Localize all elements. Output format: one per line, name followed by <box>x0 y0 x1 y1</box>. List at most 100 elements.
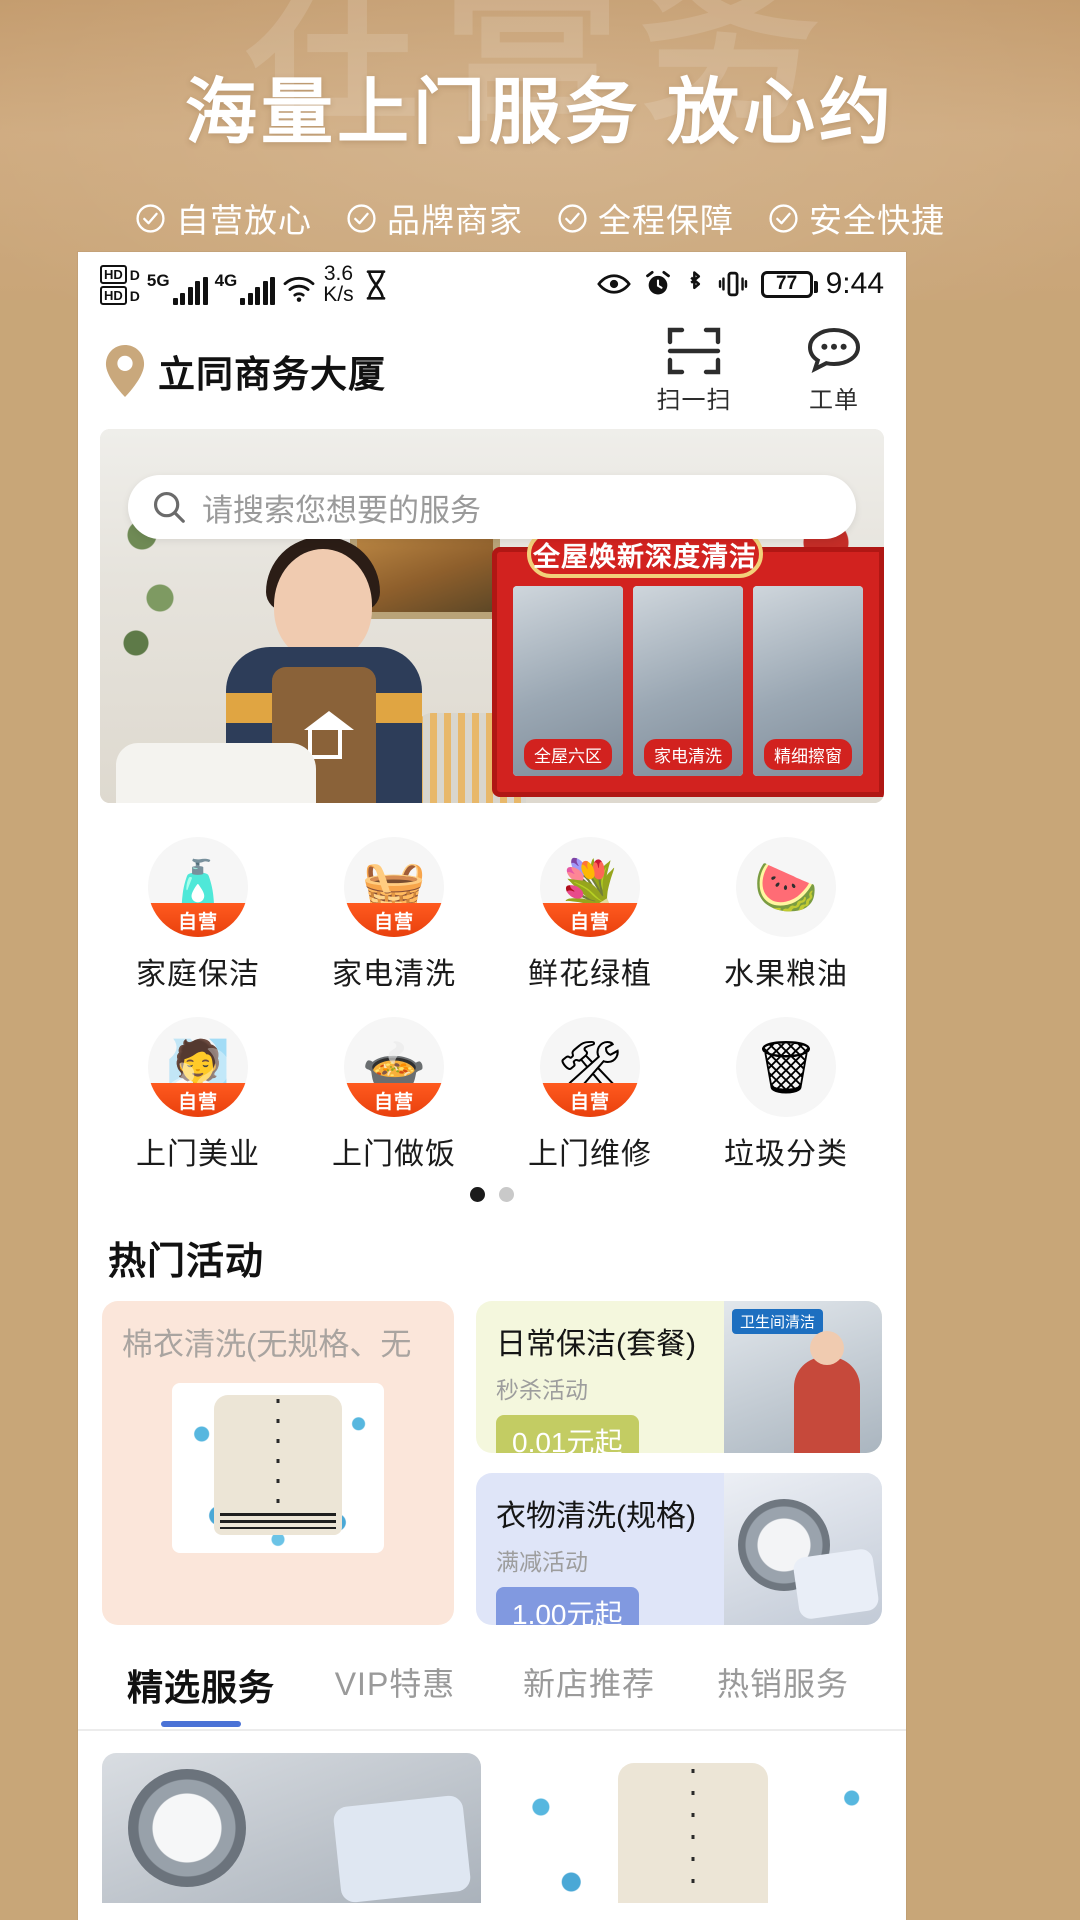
search-icon <box>153 491 185 523</box>
hot-card-image <box>724 1473 882 1625</box>
hd-sub-label: D <box>129 287 140 304</box>
self-operated-badge: 自营 <box>540 903 640 937</box>
status-bar: HD D HD D 5G 4G 3.6 K/s 77 9:44 <box>78 252 906 316</box>
signal-sim2: 4G <box>215 272 276 305</box>
category-row-2: 🧖 自营 上门美业 🍲 自营 上门做饭 🛠 自营 上门维修 🗑 垃圾分类 <box>100 1005 884 1185</box>
category-item-repair[interactable]: 🛠 自营 上门维修 <box>492 1005 688 1185</box>
hot-card-title: 衣物清洗(规格) <box>496 1500 696 1533</box>
self-operated-badge: 自营 <box>148 903 248 937</box>
hot-section-title: 热门活动 <box>108 1241 265 1283</box>
category-glyph: 🍉 <box>753 858 819 917</box>
hot-activities: 棉衣清洗(无规格、无 日常保洁(套餐) 秒杀活动 0.01元起 卫生间清洁 衣物 <box>78 1301 906 1625</box>
category-item-fruit-grain-oil[interactable]: 🍉 水果粮油 <box>688 825 884 1005</box>
banner-ad-cell[interactable]: 精细擦窗 <box>753 586 863 776</box>
hot-card-image-tag: 卫生间清洁 <box>732 1309 824 1334</box>
eye-icon <box>596 274 631 294</box>
category-item-waste-sorting[interactable]: 🗑 垃圾分类 <box>688 1005 884 1185</box>
pager-dot[interactable] <box>499 1187 514 1202</box>
banner-ad-cell[interactable]: 家电清洗 <box>633 586 743 776</box>
promo-title-part2: 放心约 <box>667 73 896 153</box>
hot-card-subtitle: 满减活动 <box>496 1549 588 1575</box>
search-bar[interactable]: 请搜索您想要的服务 <box>128 475 856 539</box>
promo-feature-item: 安全快捷 <box>768 194 945 242</box>
app-header: 立同商务大厦 扫一扫 工单 <box>78 316 906 419</box>
category-label: 上门美业 <box>136 1138 260 1171</box>
banner-ad-cell[interactable]: 全屋六区 <box>513 586 623 776</box>
hot-card[interactable]: 日常保洁(套餐) 秒杀活动 0.01元起 卫生间清洁 <box>476 1301 882 1453</box>
tab-featured-services[interactable]: 精选服务 <box>104 1659 298 1729</box>
location-name[interactable]: 立同商务大厦 <box>158 344 386 398</box>
category-item-appliance-cleaning[interactable]: 🧺 自营 家电清洗 <box>296 825 492 1005</box>
wifi-icon <box>283 277 315 302</box>
promo-feature-label: 全程保障 <box>598 202 734 239</box>
status-bar-clock: 9:44 <box>825 267 884 300</box>
tab-new-stores[interactable]: 新店推荐 <box>492 1659 686 1729</box>
banner-towel <box>116 743 316 803</box>
beauty-face-icon: 🧖 自营 <box>148 1017 248 1117</box>
hot-featured-image <box>172 1383 384 1554</box>
self-operated-badge: 自营 <box>540 1083 640 1117</box>
flower-icon: 💐 自营 <box>540 837 640 937</box>
signal-bars-icon <box>240 277 276 305</box>
hourglass-icon <box>366 270 385 300</box>
workorder-action-label: 工单 <box>809 387 859 414</box>
tab-label: VIP特惠 <box>334 1666 456 1702</box>
network-speed-unit: K/s <box>323 283 354 306</box>
check-circle-icon <box>558 203 587 233</box>
category-item-flowers-plants[interactable]: 💐 自营 鲜花绿植 <box>492 825 688 1005</box>
fruit-icon: 🍉 <box>736 837 836 937</box>
repair-tools-icon: 🛠 自营 <box>540 1017 640 1117</box>
header-actions: 扫一扫 工单 <box>648 326 880 415</box>
category-item-home-cleaning[interactable]: 🧴 自营 家庭保洁 <box>100 825 296 1005</box>
status-bar-left: HD D HD D 5G 4G 3.6 K/s <box>100 263 391 305</box>
promo-feature-item: 品牌商家 <box>346 194 523 242</box>
tab-vip-deals[interactable]: VIP特惠 <box>298 1659 492 1729</box>
network-type-label: 5G <box>146 271 170 290</box>
workorder-action[interactable]: 工单 <box>788 326 880 415</box>
washing-machine-icon: 🧺 自营 <box>344 837 444 937</box>
category-item-beauty[interactable]: 🧖 自营 上门美业 <box>100 1005 296 1185</box>
product-card[interactable] <box>503 1753 882 1903</box>
search-input[interactable]: 请搜索您想要的服务 <box>202 485 481 530</box>
hot-card-subtitle: 秒杀活动 <box>496 1377 588 1403</box>
hot-card-info: 衣物清洗(规格) 满减活动 1.00元起 <box>476 1473 724 1625</box>
scan-action[interactable]: 扫一扫 <box>648 326 740 415</box>
self-operated-badge: 自营 <box>344 1083 444 1117</box>
cooking-pot-icon: 🍲 自营 <box>344 1017 444 1117</box>
category-label: 水果粮油 <box>724 958 848 991</box>
tab-label: 新店推荐 <box>522 1666 655 1702</box>
vibrate-icon <box>718 271 747 297</box>
hot-featured-title: 棉衣清洗(无规格、无 <box>122 1327 412 1362</box>
pager-dot-active[interactable] <box>470 1187 485 1202</box>
hot-card[interactable]: 衣物清洗(规格) 满减活动 1.00元起 <box>476 1473 882 1625</box>
phone-screen: HD D HD D 5G 4G 3.6 K/s 77 9:44 立同商务大厦 扫… <box>78 252 906 1920</box>
promo-feature-item: 全程保障 <box>557 194 734 242</box>
category-pager[interactable] <box>100 1187 884 1202</box>
category-label: 家电清洗 <box>332 958 456 991</box>
product-grid <box>78 1731 906 1903</box>
category-glyph: 🗑 <box>752 1038 819 1097</box>
promo-title-part1: 海量上门服务 <box>184 73 641 153</box>
hot-featured-card[interactable]: 棉衣清洗(无规格、无 <box>102 1301 454 1625</box>
cleaning-bottle-icon: 🧴 自营 <box>148 837 248 937</box>
category-label: 上门做饭 <box>332 1138 456 1171</box>
network-type-label: 4G <box>214 271 238 290</box>
banner-ad-cells: 全屋六区 家电清洗 精细擦窗 <box>513 586 863 776</box>
banner-ad-cell-label: 精细擦窗 <box>764 739 852 770</box>
banner-ad-panel[interactable]: 全屋焕新深度清洁 全屋六区 家电清洗 精细擦窗 <box>492 530 884 797</box>
check-circle-icon <box>136 203 165 233</box>
self-operated-badge: 自营 <box>148 1083 248 1117</box>
location-pin-icon[interactable] <box>104 344 146 397</box>
hero-banner[interactable]: 全屋焕新深度清洁 全屋六区 家电清洗 精细擦窗 请搜索您想要的服务 <box>100 429 884 803</box>
product-card[interactable] <box>102 1753 481 1903</box>
tab-label: 精选服务 <box>126 1667 275 1708</box>
banner-ad-cell-label: 全屋六区 <box>524 739 612 770</box>
hd-badge: HD <box>100 265 127 284</box>
status-bar-right: 77 9:44 <box>596 267 884 301</box>
tab-hot-services[interactable]: 热销服务 <box>686 1659 880 1729</box>
promo-feature-list: 自营放心 品牌商家 全程保障 安全快捷 <box>0 194 1080 242</box>
category-label: 上门维修 <box>528 1138 652 1171</box>
battery-level: 77 <box>776 273 798 294</box>
category-item-cooking[interactable]: 🍲 自营 上门做饭 <box>296 1005 492 1185</box>
recycle-bins-icon: 🗑 <box>736 1017 836 1117</box>
